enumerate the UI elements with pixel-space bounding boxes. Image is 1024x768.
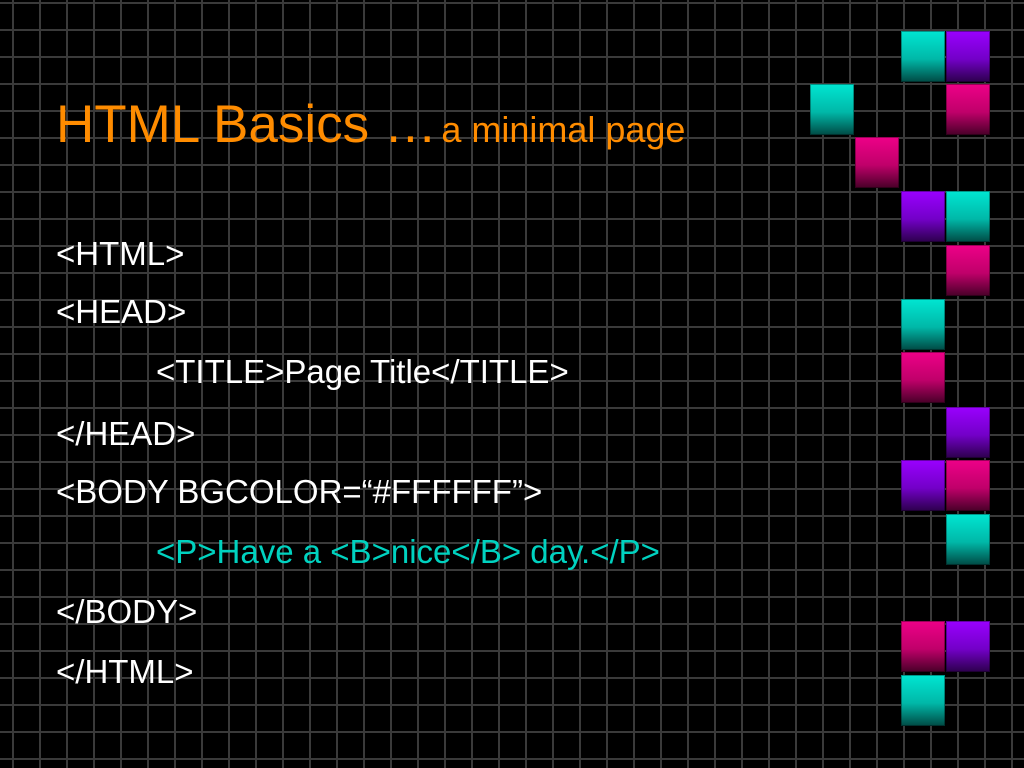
slide-title-main: HTML Basics … <box>56 95 437 154</box>
decorative-tile <box>946 245 990 296</box>
code-line-paragraph: <P>Have a <B>nice</B> day.</P> <box>156 533 660 570</box>
slide-title-subtitle: a minimal page <box>441 109 686 150</box>
decorative-tile <box>946 514 990 565</box>
decorative-tile <box>901 621 945 672</box>
code-line-title: <TITLE>Page Title</TITLE> <box>156 353 569 390</box>
code-line-head-close: </HEAD> <box>56 415 196 452</box>
decorative-tile <box>810 84 854 135</box>
decorative-tile <box>946 191 990 242</box>
decorative-tile <box>901 460 945 511</box>
decorative-tile <box>901 299 945 350</box>
decorative-tile <box>901 352 945 403</box>
decorative-tile <box>946 84 990 135</box>
code-line-html-close: </HTML> <box>56 653 194 690</box>
decorative-tile <box>855 137 899 188</box>
code-line-body-close: </BODY> <box>56 593 198 630</box>
slide-title: HTML Basics … a minimal page <box>56 98 685 151</box>
code-line-body-open: <BODY BGCOLOR=“#FFFFFF”> <box>56 473 543 510</box>
decorative-tile <box>946 460 990 511</box>
decorative-tile <box>901 31 945 82</box>
decorative-tile <box>901 191 945 242</box>
decorative-tile <box>946 31 990 82</box>
code-line-html-open: <HTML> <box>56 235 185 272</box>
decorative-tile <box>946 621 990 672</box>
decorative-tile <box>901 675 945 726</box>
decorative-tile <box>946 407 990 458</box>
code-line-head-open: <HEAD> <box>56 293 187 330</box>
